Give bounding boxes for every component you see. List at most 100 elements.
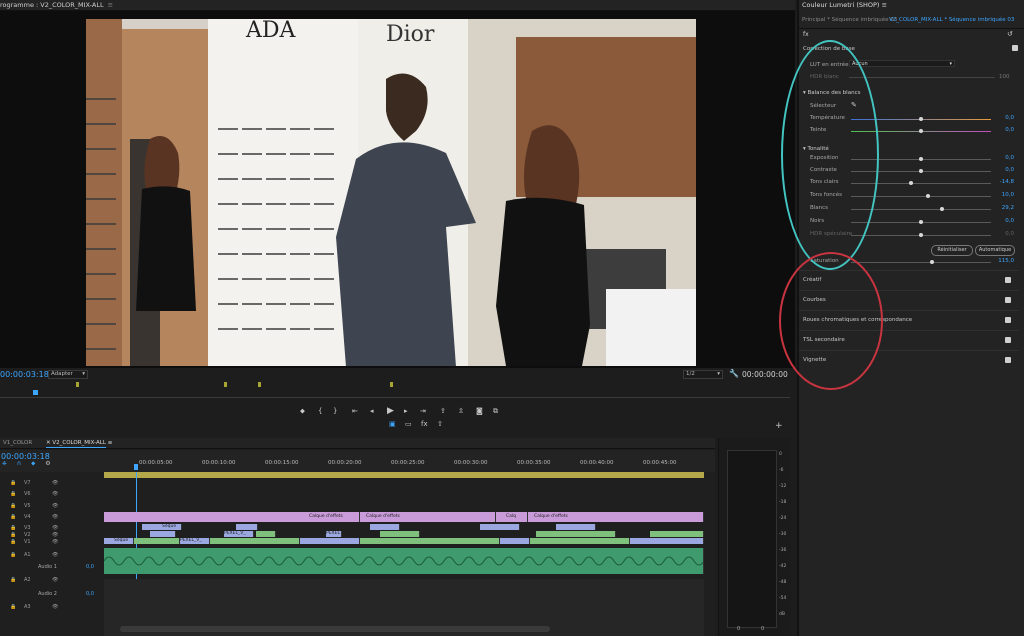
slider-knob[interactable] xyxy=(919,157,923,161)
eye-icon[interactable]: 👁 xyxy=(52,514,58,520)
mark-out-icon[interactable]: } xyxy=(333,407,337,415)
basic-correction-checkbox[interactable] xyxy=(1012,45,1018,51)
fit-dropdown[interactable]: Adapter ▾ xyxy=(48,370,88,379)
slider-track[interactable] xyxy=(851,194,991,198)
clip-adjustment[interactable]: Calque d'effets xyxy=(528,512,704,522)
clip-video[interactable] xyxy=(360,538,500,544)
section-creative[interactable]: Créatif xyxy=(799,270,1019,291)
audio1-volume[interactable]: 0,0 xyxy=(86,564,94,570)
clip-video[interactable]: PEXEL_V_ xyxy=(224,531,254,537)
hamburger-icon[interactable]: ≡ xyxy=(108,440,113,446)
clip-adjustment[interactable]: Calque d'effets xyxy=(104,512,360,522)
eyedropper-icon[interactable]: ✎ xyxy=(851,101,857,109)
eye-icon[interactable]: 👁 xyxy=(52,525,58,531)
marker[interactable] xyxy=(224,382,227,387)
horizontal-scrollbar[interactable] xyxy=(120,626,550,632)
clip-video[interactable] xyxy=(556,524,596,530)
section-checkbox[interactable] xyxy=(1005,317,1011,323)
eye-icon[interactable]: 👁 xyxy=(52,604,58,610)
clip-video[interactable] xyxy=(134,538,180,544)
program-monitor-title[interactable]: rogramme : V2_COLOR_MIX-ALL ≡ xyxy=(0,1,113,9)
clip-video[interactable] xyxy=(236,524,258,530)
clip-video[interactable]: Séque xyxy=(142,524,182,530)
extract-icon[interactable]: ⇫ xyxy=(458,407,464,415)
slider-value[interactable]: 0,0 xyxy=(992,218,1014,224)
wrench-icon[interactable]: ⚙ xyxy=(45,460,50,467)
slider-track[interactable] xyxy=(851,117,991,121)
slider-value[interactable]: 0,0 xyxy=(992,167,1014,173)
tab-main[interactable]: Principal * Séquence imbriquée 03 xyxy=(802,17,897,23)
reset-icon[interactable]: ↺ xyxy=(1007,30,1013,38)
slider-knob[interactable] xyxy=(919,117,923,121)
marker[interactable] xyxy=(258,382,261,387)
clip-video[interactable] xyxy=(630,538,704,544)
tab-v2-color-mix[interactable]: ✕ V2_COLOR_MIX-ALL ≡ xyxy=(46,440,112,446)
slider-track[interactable] xyxy=(851,169,991,173)
slider-track[interactable] xyxy=(851,207,991,211)
slider-track[interactable] xyxy=(851,233,991,237)
section-checkbox[interactable] xyxy=(1005,297,1011,303)
slider-value[interactable]: 0,0 xyxy=(992,231,1014,237)
current-timecode[interactable]: 00:00:03:18 xyxy=(0,370,49,379)
snap-icon[interactable]: ⎈ xyxy=(2,460,7,467)
slider-knob[interactable] xyxy=(919,169,923,173)
eye-icon[interactable]: 👁 xyxy=(52,552,58,558)
clip-video[interactable] xyxy=(370,524,400,530)
resolution-dropdown[interactable]: 1/2 ▾ xyxy=(683,370,723,379)
eye-icon[interactable]: 👁 xyxy=(52,577,58,583)
tab-sequence[interactable]: V2_COLOR_MIX-ALL * Séquence imbriquée 03 xyxy=(889,17,1014,23)
timeline-ruler[interactable]: 00:00:03:18 00:00:05:00 00:00:10:00 00:00:… xyxy=(0,450,715,472)
section-checkbox[interactable] xyxy=(1005,357,1011,363)
add-button-icon[interactable]: + xyxy=(775,421,783,431)
go-to-out-icon[interactable]: ⇥ xyxy=(420,407,426,415)
slider-track[interactable] xyxy=(851,157,991,161)
lock-icon[interactable]: 🔒 xyxy=(10,552,16,558)
slider-value[interactable]: 0,0 xyxy=(992,115,1014,121)
marker-icon[interactable]: ⬥ xyxy=(31,460,35,467)
clip-video[interactable] xyxy=(536,531,616,537)
eye-icon[interactable]: 👁 xyxy=(52,503,58,509)
tab-v1-color[interactable]: V1_COLOR xyxy=(3,440,32,446)
eye-icon[interactable]: 👁 xyxy=(52,532,58,538)
export-frame-icon[interactable]: ◙ xyxy=(476,407,483,415)
mark-in-icon[interactable]: { xyxy=(318,407,322,415)
section-checkbox[interactable] xyxy=(1005,277,1011,283)
slider-track[interactable] xyxy=(851,129,991,133)
section-color-wheels[interactable]: Roues chromatiques et correspondance xyxy=(799,310,1019,331)
slider-value[interactable]: 0,0 xyxy=(992,155,1014,161)
wrench-icon[interactable]: 🔧 xyxy=(729,369,739,378)
slider-value[interactable]: 10,0 xyxy=(992,192,1014,198)
eye-icon[interactable]: 👁 xyxy=(52,480,58,486)
go-to-in-icon[interactable]: ⇤ xyxy=(352,407,358,415)
section-vignette[interactable]: Vignette xyxy=(799,350,1019,371)
step-forward-icon[interactable]: ▸ xyxy=(404,407,408,415)
clip-video[interactable] xyxy=(256,531,276,537)
clip-audio-a1[interactable] xyxy=(104,548,704,574)
step-back-icon[interactable]: ◂ xyxy=(370,407,374,415)
mini-time-ruler[interactable] xyxy=(0,380,790,402)
clip-video[interactable] xyxy=(300,538,360,544)
slider-track[interactable] xyxy=(851,220,991,224)
clip-adjustment[interactable]: Calq xyxy=(496,512,528,522)
slider-knob[interactable] xyxy=(909,181,914,185)
auto-button[interactable]: Automatique xyxy=(975,245,1015,256)
clip-adjustment[interactable]: Calque d'effets xyxy=(360,512,496,522)
playhead[interactable] xyxy=(33,390,38,395)
add-marker-icon[interactable]: ⬥ xyxy=(300,407,305,416)
hamburger-icon[interactable]: ≡ xyxy=(882,1,887,9)
slider-knob[interactable] xyxy=(919,220,923,224)
linked-icon[interactable]: ∩ xyxy=(17,460,21,467)
slider-value[interactable]: 29,2 xyxy=(992,205,1014,211)
eye-icon[interactable]: 👁 xyxy=(52,539,58,545)
slider-value[interactable]: -14,8 xyxy=(992,179,1014,185)
section-hsl-secondary[interactable]: TSL secondaire xyxy=(799,330,1019,351)
hdr-white-slider[interactable] xyxy=(849,77,995,78)
section-curves[interactable]: Courbes xyxy=(799,290,1019,311)
clip-video[interactable] xyxy=(650,531,704,537)
marker[interactable] xyxy=(76,382,79,387)
lock-icon[interactable]: 🔒 xyxy=(10,480,16,486)
clip-video[interactable] xyxy=(210,538,300,544)
comparison-view-icon[interactable]: ⧉ xyxy=(493,407,498,416)
lock-icon[interactable]: 🔒 xyxy=(10,604,16,610)
marker[interactable] xyxy=(390,382,393,387)
